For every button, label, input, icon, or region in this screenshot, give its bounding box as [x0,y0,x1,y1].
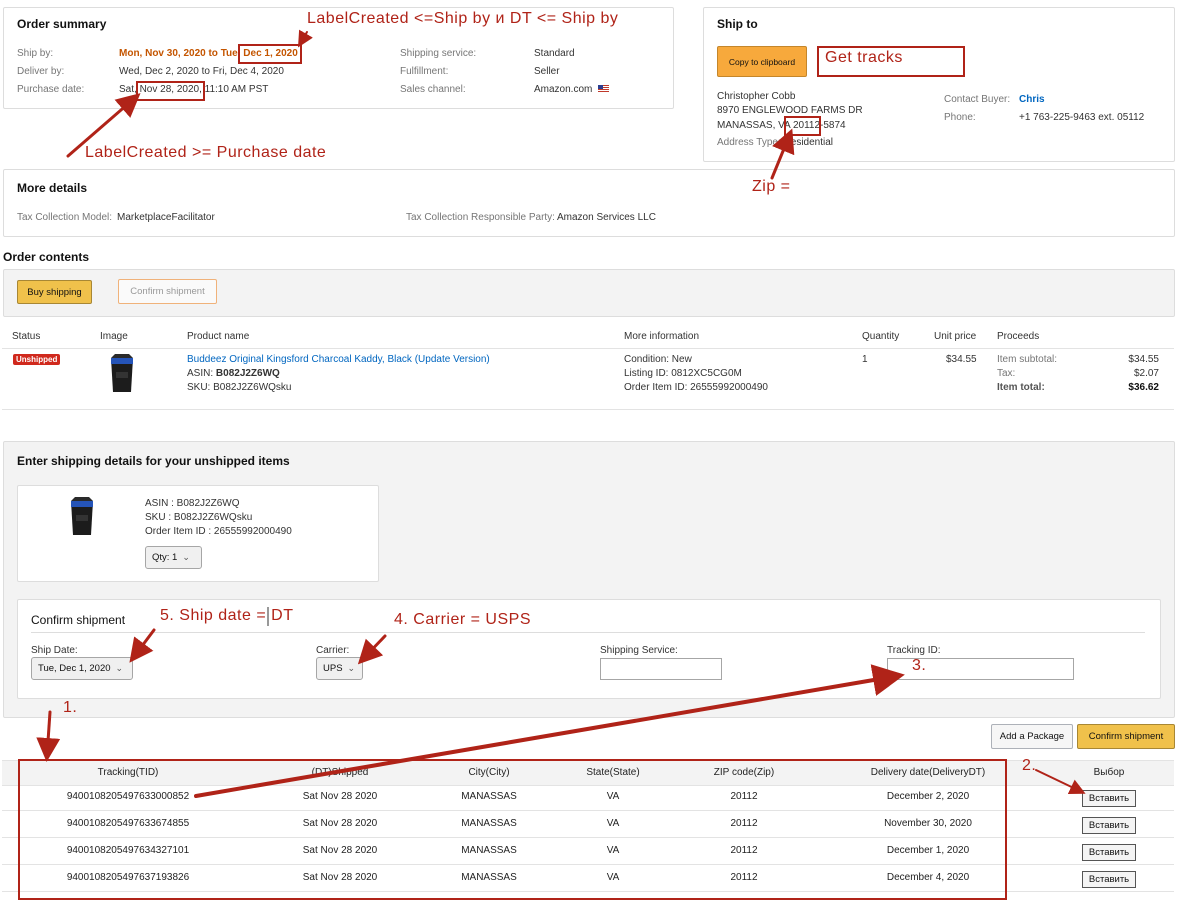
arrow-step-1 [36,710,61,762]
arrow-step-2 [1035,769,1086,795]
arrow-ship-by [297,29,313,48]
arrow-ship-date [129,628,156,663]
arrow-purchase-date [66,93,141,158]
arrow-carrier [357,634,387,665]
arrow-step-3 [194,664,905,798]
arrow-zip [770,128,795,180]
annotation-arrows [36,29,1086,798]
